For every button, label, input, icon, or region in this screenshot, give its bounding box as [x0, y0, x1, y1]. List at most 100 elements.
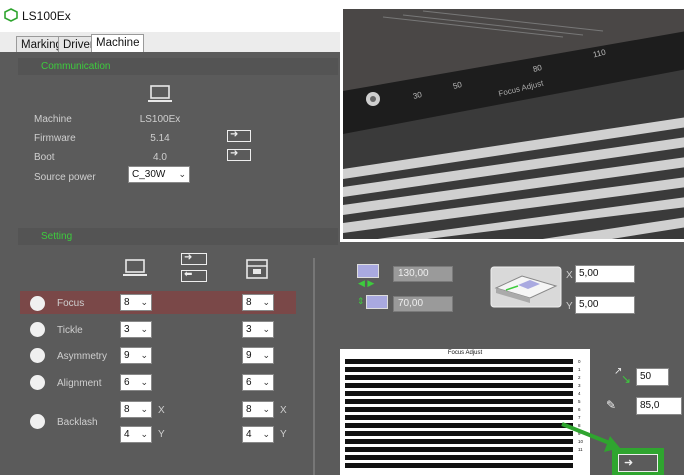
source-power-label: Source power — [34, 172, 96, 183]
source-power-select[interactable]: C_30W ⌄ — [128, 166, 190, 183]
asymmetry-pc-value: 9 — [124, 350, 130, 361]
arrow-right-icon: ➜ — [230, 129, 239, 140]
laptop-icon — [123, 259, 147, 276]
pos-y-field[interactable]: 5,00 — [575, 296, 635, 314]
backlash-x-machine-value: 8 — [246, 404, 252, 415]
machine-label: Machine — [34, 114, 72, 125]
pos-x-label: X — [566, 270, 573, 281]
focus-num-4: 4 — [578, 391, 581, 396]
focus-adjust-title: Focus Adjust — [447, 350, 483, 356]
chevron-down-icon: ⌄ — [140, 429, 148, 439]
focus-bar-8 — [345, 423, 573, 428]
focus-machine-select[interactable]: 8 ⌄ — [242, 294, 274, 311]
asymmetry-machine-value: 9 — [246, 350, 252, 361]
tickle-machine-value: 3 — [246, 324, 252, 335]
focus-bar-13 — [345, 463, 573, 468]
tickle-pc-select[interactable]: 3 ⌄ — [120, 321, 152, 338]
chevron-down-icon: ⌄ — [140, 324, 148, 334]
speed-icon: ✎ — [606, 398, 617, 412]
focus-adjust-preview: Focus Adjust 0 1 2 3 4 5 6 7 8 9 10 11 — [340, 349, 590, 475]
focus-label: Focus — [57, 298, 85, 309]
width-field[interactable]: 130,00 — [393, 266, 453, 282]
focus-num-5: 5 — [578, 399, 581, 404]
chevron-down-icon: ⌄ — [140, 404, 148, 414]
send-to-machine-button[interactable]: ➜ — [181, 252, 207, 265]
window-title: LS100Ex — [22, 9, 71, 23]
focus-num-0: 0 — [578, 359, 581, 364]
arrow-right-icon: ➜ — [184, 252, 193, 263]
tab-machine[interactable]: Machine — [91, 34, 145, 53]
backlash-y-machine-label: Y — [280, 429, 287, 440]
firmware-label: Firmware — [34, 133, 76, 144]
focus-bar-11 — [345, 447, 573, 452]
boot-label: Boot — [34, 152, 55, 163]
asymmetry-label: Asymmetry — [57, 351, 107, 362]
chevron-down-icon: ⌄ — [140, 377, 148, 387]
backlash-y-machine-select[interactable]: 4 ⌄ — [242, 426, 274, 443]
focus-bar-0 — [345, 359, 573, 364]
focus-bar-10 — [345, 439, 573, 444]
chevron-down-icon: ⌄ — [140, 297, 148, 307]
pencil-icon[interactable] — [30, 375, 45, 390]
pencil-icon[interactable] — [30, 322, 45, 337]
backlash-x-machine-select[interactable]: 8 ⌄ — [242, 401, 274, 418]
chevron-down-icon: ⌄ — [262, 350, 270, 360]
width-arrows-icon: ◀ ▶ — [358, 278, 375, 288]
height-field[interactable]: 70,00 — [393, 296, 453, 312]
chevron-down-icon: ⌄ — [262, 297, 270, 307]
focus-pc-value: 8 — [124, 297, 130, 308]
focus-bar-12 — [345, 455, 573, 460]
alignment-machine-value: 6 — [246, 377, 252, 388]
chevron-down-icon: ⌄ — [262, 324, 270, 334]
focus-num-1: 1 — [578, 367, 581, 372]
focus-bar-4 — [345, 391, 573, 396]
tickle-pc-value: 3 — [124, 324, 130, 335]
machine-pc-value: LS100Ex — [139, 114, 181, 125]
chevron-down-icon: ⌄ — [262, 404, 270, 414]
alignment-label: Alignment — [57, 378, 102, 389]
pos-x-field[interactable]: 5,00 — [575, 265, 635, 283]
tickle-machine-select[interactable]: 3 ⌄ — [242, 321, 274, 338]
chevron-down-icon: ⌄ — [140, 350, 148, 360]
boot-pc-value: 4.0 — [153, 152, 167, 163]
height-icon — [366, 295, 388, 309]
workpiece-position-icon — [490, 266, 562, 308]
focus-bar-9 — [345, 431, 573, 436]
asymmetry-pc-select[interactable]: 9 ⌄ — [120, 347, 152, 364]
speed-field[interactable]: 85,0 — [636, 397, 682, 415]
backlash-x-machine-label: X — [280, 405, 287, 416]
pencil-icon[interactable] — [30, 348, 45, 363]
backlash-x-pc-select[interactable]: 8 ⌄ — [120, 401, 152, 418]
send-focus-button[interactable]: ➜ — [618, 454, 658, 472]
machine-photo: Focus Adjust 30 50 80 110 — [340, 9, 684, 242]
focus-bar-2 — [345, 375, 573, 380]
chevron-down-icon: ⌄ — [178, 169, 186, 179]
focus-bar-3 — [345, 383, 573, 388]
focus-bar-7 — [345, 415, 573, 420]
focus-pc-select[interactable]: 8 ⌄ — [120, 294, 152, 311]
arrow-right-icon: ➜ — [230, 148, 239, 159]
focus-bar-5 — [345, 399, 573, 404]
backlash-y-pc-value: 4 — [124, 429, 130, 440]
focus-num-6: 6 — [578, 407, 581, 412]
pencil-icon[interactable] — [30, 296, 45, 311]
backlash-x-pc-value: 8 — [124, 404, 130, 415]
pencil-icon[interactable] — [30, 414, 45, 429]
asymmetry-machine-select[interactable]: 9 ⌄ — [242, 347, 274, 364]
power-field[interactable]: 50 — [636, 368, 669, 386]
read-from-machine-button[interactable]: ⬅ — [181, 269, 207, 282]
backlash-label: Backlash — [57, 417, 98, 428]
backlash-y-pc-select[interactable]: 4 ⌄ — [120, 426, 152, 443]
communication-header: Communication — [18, 58, 338, 75]
chevron-down-icon: ⌄ — [262, 377, 270, 387]
arrow-right-icon: ➜ — [624, 457, 634, 469]
backlash-y-label: Y — [158, 429, 165, 440]
firmware-upload-button[interactable]: ➜ — [227, 129, 251, 142]
laptop-icon — [148, 85, 172, 102]
app-logo-icon — [4, 8, 18, 22]
alignment-pc-select[interactable]: 6 ⌄ — [120, 374, 152, 391]
alignment-machine-select[interactable]: 6 ⌄ — [242, 374, 274, 391]
focus-bar-1 — [345, 367, 573, 372]
boot-upload-button[interactable]: ➜ — [227, 148, 251, 161]
focus-num-2: 2 — [578, 375, 581, 380]
